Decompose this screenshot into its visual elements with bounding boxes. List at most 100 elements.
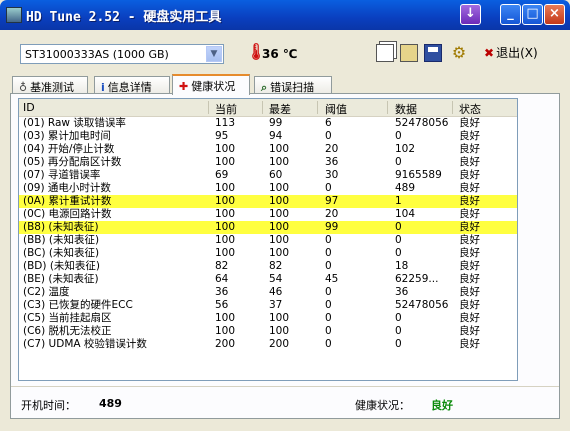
maximize-button[interactable]: □ <box>522 4 543 25</box>
cell-status: 良好 <box>459 156 480 168</box>
column-header-worst[interactable]: 最差 <box>269 101 291 117</box>
cell-id: (C6) 脱机无法校正 <box>23 325 112 337</box>
table-row[interactable]: (C6) 脱机无法校正 100 100 0 0 良好 <box>19 325 517 338</box>
cell-status: 良好 <box>459 260 480 272</box>
column-header-current[interactable]: 当前 <box>215 101 237 117</box>
cell-status: 良好 <box>459 221 480 233</box>
column-header-data[interactable]: 数据 <box>395 101 417 117</box>
column-header-status[interactable]: 状态 <box>459 101 481 117</box>
table-row[interactable]: (0A) 累计重试计数 100 100 97 1 良好 <box>19 195 517 208</box>
cell-data: 0 <box>395 221 402 233</box>
cell-id: (BD) (未知表征) <box>23 260 101 272</box>
table-row[interactable]: (09) 通电小时计数 100 100 0 489 良好 <box>19 182 517 195</box>
health-value: 良好 <box>431 399 453 412</box>
table-row[interactable]: (C5) 当前挂起扇区 100 100 0 0 良好 <box>19 312 517 325</box>
cell-worst: 60 <box>269 169 283 181</box>
cell-threshold: 36 <box>325 156 339 168</box>
cell-threshold: 97 <box>325 195 339 207</box>
column-header-id[interactable]: ID <box>23 101 35 114</box>
cell-status: 良好 <box>459 169 480 181</box>
cell-threshold: 6 <box>325 117 332 129</box>
table-row[interactable]: (0C) 电源回路计数 100 100 20 104 良好 <box>19 208 517 221</box>
cell-current: 200 <box>215 338 236 350</box>
cell-id: (C7) UDMA 校验错误计数 <box>23 338 147 350</box>
options-icon[interactable]: ⚙ <box>450 44 468 62</box>
drive-select-value: ST31000333AS (1000 GB) <box>25 48 169 61</box>
power-on-label: 开机时间： <box>21 399 76 412</box>
minimize-button[interactable]: _ <box>500 4 521 25</box>
cell-worst: 46 <box>269 286 283 298</box>
cell-data: 52478056 <box>395 117 449 129</box>
cell-id: (B8) (未知表征) <box>23 221 99 233</box>
cell-status: 良好 <box>459 234 480 246</box>
cell-data: 0 <box>395 130 402 142</box>
cell-threshold: 0 <box>325 325 332 337</box>
tab-error-scan[interactable]: ⌕ 错误扫描 <box>254 76 332 94</box>
cell-worst: 54 <box>269 273 283 285</box>
cell-current: 100 <box>215 182 236 194</box>
cell-threshold: 0 <box>325 260 332 272</box>
cell-data: 102 <box>395 143 416 155</box>
cell-data: 104 <box>395 208 416 220</box>
cell-worst: 99 <box>269 117 283 129</box>
close-button[interactable]: × <box>544 4 565 25</box>
table-row[interactable]: (BC) (未知表征) 100 100 0 0 良好 <box>19 247 517 260</box>
download-icon[interactable]: ↓ <box>460 4 481 25</box>
table-row[interactable]: (BB) (未知表征) 100 100 0 0 良好 <box>19 234 517 247</box>
drive-select[interactable]: ST31000333AS (1000 GB) ▼ <box>20 44 224 64</box>
cell-threshold: 0 <box>325 182 332 194</box>
copy-icon[interactable] <box>376 44 394 62</box>
cell-id: (01) Raw 读取错误率 <box>23 117 126 129</box>
cell-status: 良好 <box>459 247 480 259</box>
cell-worst: 100 <box>269 221 290 233</box>
cell-current: 100 <box>215 143 236 155</box>
table-row[interactable]: (BE) (未知表征) 64 54 45 62259... 良好 <box>19 273 517 286</box>
cell-threshold: 20 <box>325 208 339 220</box>
table-row[interactable]: (C3) 已恢复的硬件ECC 56 37 0 52478056 良好 <box>19 299 517 312</box>
table-row[interactable]: (05) 再分配扇区计数 100 100 36 0 良好 <box>19 156 517 169</box>
table-row[interactable]: (01) Raw 读取错误率 113 99 6 52478056 良好 <box>19 117 517 130</box>
cell-data: 18 <box>395 260 409 272</box>
cell-data: 0 <box>395 325 402 337</box>
app-icon <box>6 7 22 23</box>
table-row[interactable]: (C7) UDMA 校验错误计数 200 200 0 0 良好 <box>19 338 517 351</box>
cell-current: 100 <box>215 221 236 233</box>
cell-data: 489 <box>395 182 416 194</box>
cell-threshold: 0 <box>325 286 332 298</box>
save-icon[interactable] <box>424 44 442 62</box>
cell-worst: 100 <box>269 325 290 337</box>
tab-health[interactable]: ✚ 健康状况 <box>172 74 250 95</box>
table-row[interactable]: (B8) (未知表征) 100 100 99 0 良好 <box>19 221 517 234</box>
table-row[interactable]: (BD) (未知表征) 82 82 0 18 良好 <box>19 260 517 273</box>
table-row[interactable]: (07) 寻道错误率 69 60 30 9165589 良好 <box>19 169 517 182</box>
cell-status: 良好 <box>459 182 480 194</box>
cell-id: (C5) 当前挂起扇区 <box>23 312 112 324</box>
cell-data: 1 <box>395 195 402 207</box>
cell-data: 0 <box>395 234 402 246</box>
paste-icon[interactable] <box>400 44 418 62</box>
column-divider <box>208 101 209 114</box>
cell-current: 100 <box>215 247 236 259</box>
cell-id: (09) 通电小时计数 <box>23 182 111 194</box>
title-bar[interactable]: HD Tune 2.52 - 硬盘实用工具 ↓ _ □ × <box>0 0 570 30</box>
cell-threshold: 0 <box>325 312 332 324</box>
chevron-down-icon[interactable]: ▼ <box>206 46 222 62</box>
cell-threshold: 99 <box>325 221 339 233</box>
table-row[interactable]: (C2) 温度 36 46 0 36 良好 <box>19 286 517 299</box>
column-divider <box>452 101 453 114</box>
tab-benchmark[interactable]: ♁ 基准测试 <box>12 76 88 94</box>
cell-id: (07) 寻道错误率 <box>23 169 101 181</box>
cell-data: 0 <box>395 338 402 350</box>
table-row[interactable]: (04) 开始/停止计数 100 100 20 102 良好 <box>19 143 517 156</box>
column-header-threshold[interactable]: 阈值 <box>325 101 347 117</box>
exit-button[interactable]: ✖ 退出(X) <box>484 44 538 61</box>
table-row[interactable]: (03) 累计加电时间 95 94 0 0 良好 <box>19 130 517 143</box>
cell-id: (BB) (未知表征) <box>23 234 100 246</box>
tab-info[interactable]: i 信息详情 <box>94 76 170 94</box>
smart-table[interactable]: ID 当前 最差 阈值 数据 状态 (01) Raw 读取错误率 113 99 6 52… <box>18 98 518 381</box>
cell-status: 良好 <box>459 273 480 285</box>
cell-worst: 100 <box>269 208 290 220</box>
cell-current: 100 <box>215 312 236 324</box>
cell-current: 69 <box>215 169 229 181</box>
cell-threshold: 0 <box>325 338 332 350</box>
